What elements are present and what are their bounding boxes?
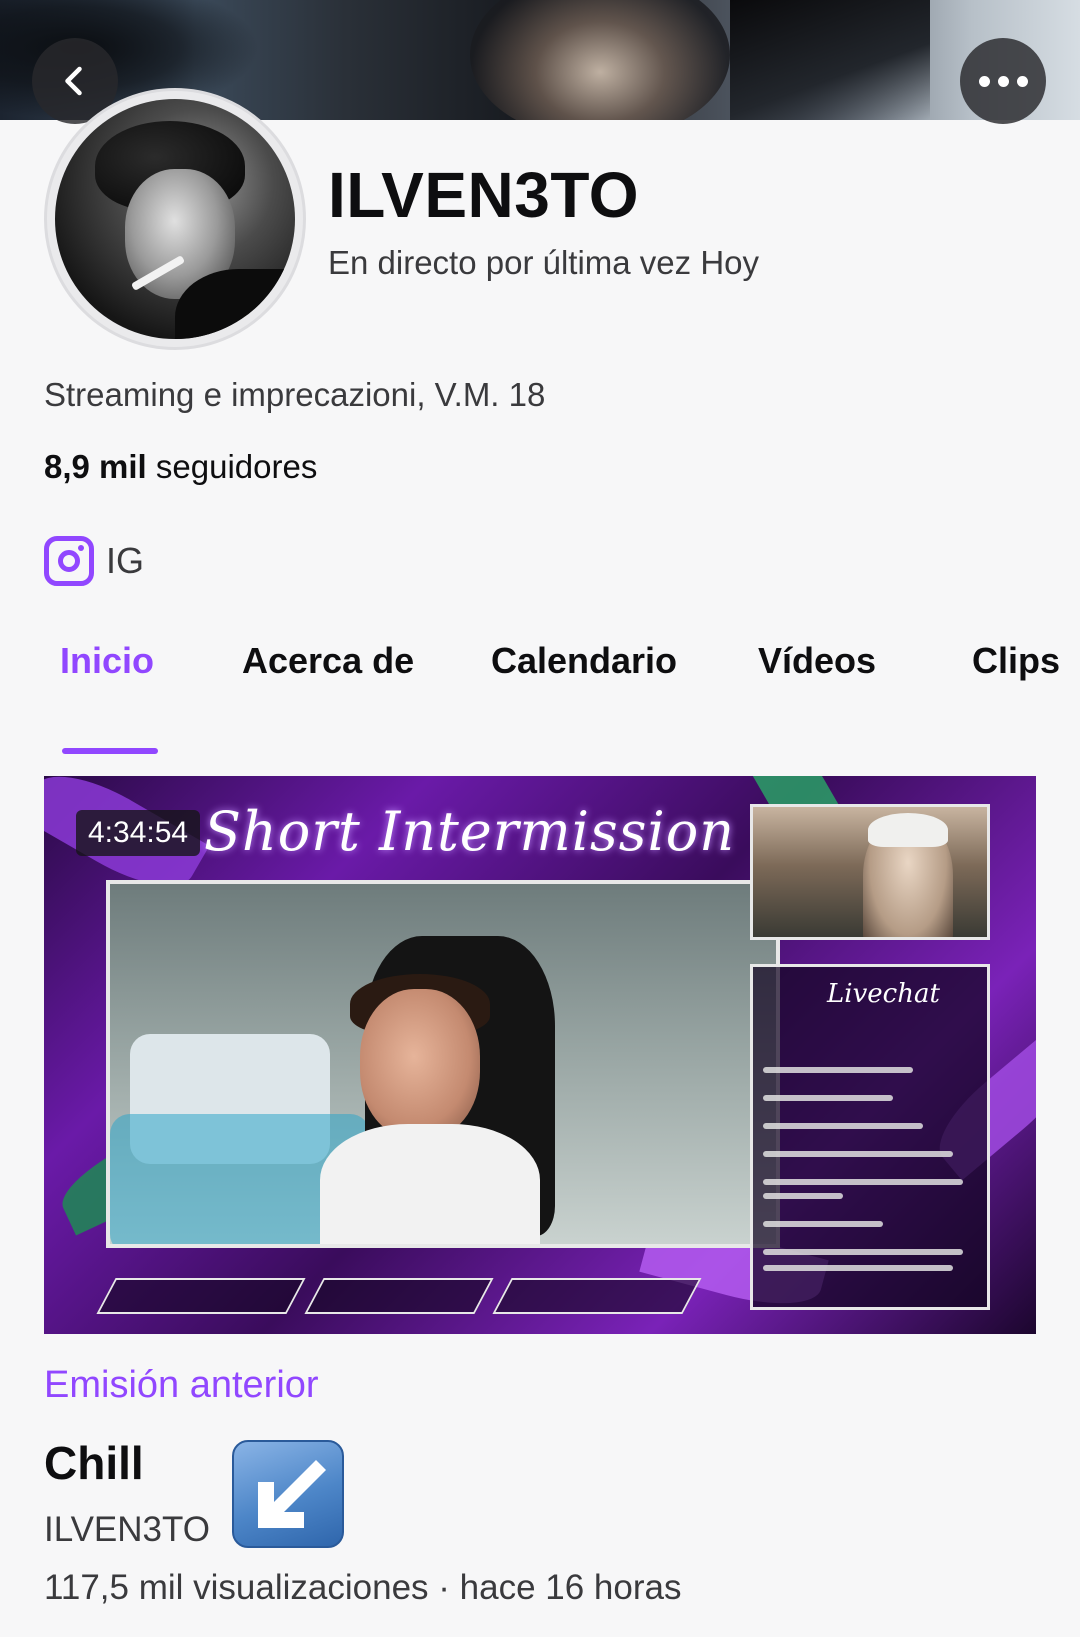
social-link-instagram[interactable]: IG [44, 536, 144, 586]
banner-art-face [470, 0, 730, 120]
tab-videos[interactable]: Vídeos [758, 640, 876, 682]
latest-follower-bar [304, 1278, 494, 1314]
secondary-video-frame [750, 804, 990, 940]
previous-stream-label: Emisión anterior [44, 1364, 319, 1406]
video-duration-badge: 4:34:54 [76, 810, 201, 856]
last-live-status: En directo por última vez Hoy [328, 244, 760, 281]
latest-subscriber-bar [96, 1278, 306, 1314]
channel-page: ILVEN3TO En directo por última vez Hoy S… [0, 0, 1080, 1637]
channel-bio: Streaming e imprecazioni, V.M. 18 [44, 376, 546, 413]
stream-title[interactable]: Chill [44, 1436, 144, 1490]
active-tab-indicator [62, 748, 158, 754]
more-options-button[interactable] [960, 38, 1046, 124]
overlay-title: Short Intermission [204, 800, 735, 863]
tab-calendario[interactable]: Calendario [491, 640, 677, 682]
followers-number: 8,9 mil [44, 448, 147, 485]
tab-clips[interactable]: Clips [972, 640, 1060, 682]
banner-art-suit [730, 0, 930, 120]
stream-meta: 117,5 mil visualizaciones · hace 16 hora… [44, 1568, 682, 1607]
chevron-left-icon [65, 66, 82, 96]
latest-donation-bar [492, 1278, 702, 1314]
previous-stream-thumbnail[interactable]: Short Intermission Livechat 4:34:54 [44, 776, 1036, 1334]
channel-name: ILVEN3TO [328, 159, 640, 231]
livechat-title: Livechat [827, 979, 940, 1009]
follower-count: 8,9 mil seguidores [44, 448, 317, 486]
social-link-label: IG [106, 540, 145, 581]
channel-tabs: Inicio Acerca de Calendario Vídeos Clips [0, 640, 1080, 754]
stream-channel-name[interactable]: ILVEN3TO [44, 1510, 210, 1550]
more-horizontal-icon [978, 75, 1028, 87]
followers-label: seguidores [155, 448, 318, 485]
tab-acerca-de[interactable]: Acerca de [242, 640, 414, 682]
avatar [55, 99, 295, 339]
tab-inicio[interactable]: Inicio [60, 640, 154, 682]
avatar-ring[interactable] [44, 88, 306, 350]
arrow-down-left-emoji-icon [232, 1440, 344, 1548]
instagram-icon [44, 536, 94, 586]
livechat-panel: Livechat [750, 964, 990, 1310]
webcam-frame [106, 880, 780, 1248]
